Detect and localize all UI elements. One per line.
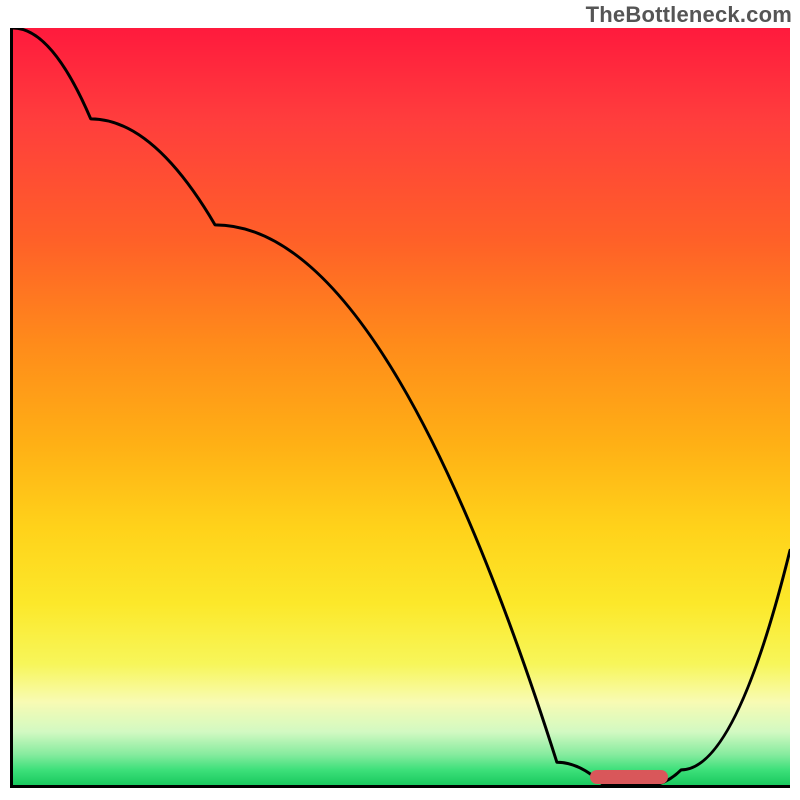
plot-area (10, 28, 790, 788)
optimal-range-marker (590, 770, 668, 784)
chart-container: TheBottleneck.com (0, 0, 800, 800)
watermark-text: TheBottleneck.com (586, 2, 792, 28)
bottleneck-curve (13, 28, 790, 785)
curve-path (13, 28, 790, 785)
